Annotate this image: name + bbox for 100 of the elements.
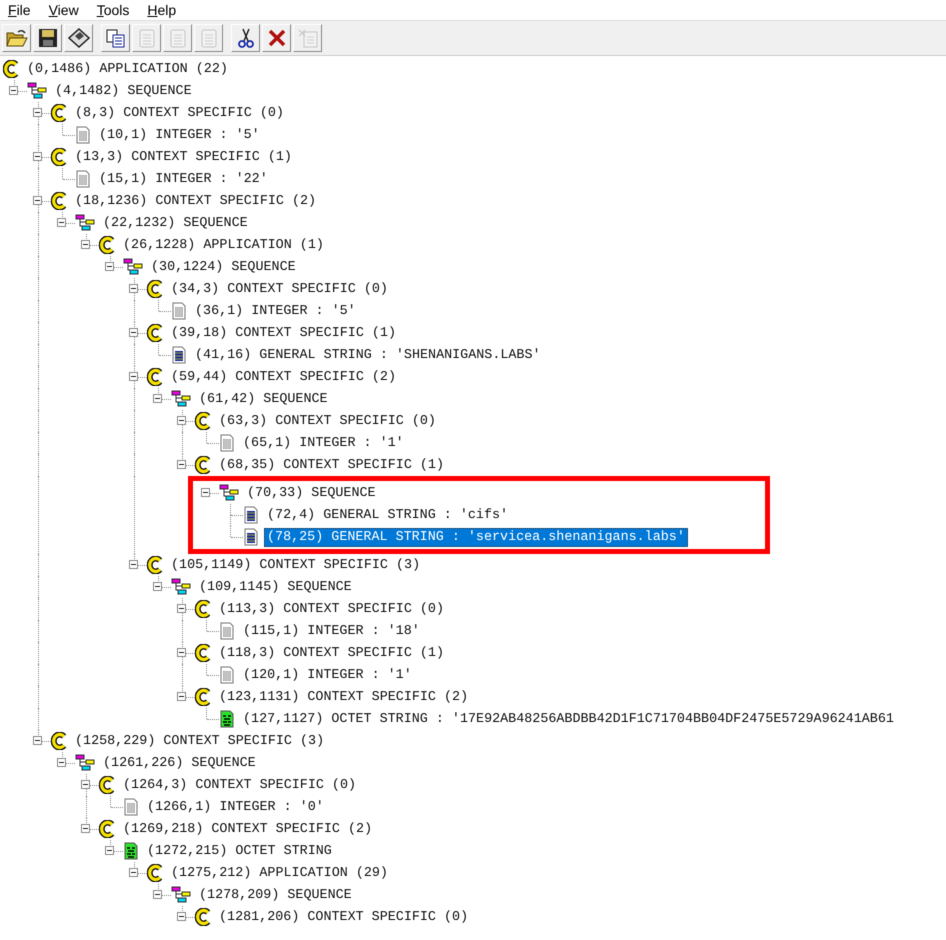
- collapse-toggle[interactable]: [81, 240, 90, 249]
- tree-node-label[interactable]: (120,1) INTEGER : '1': [240, 666, 415, 684]
- collapse-toggle[interactable]: [105, 262, 114, 271]
- collapse-toggle[interactable]: [81, 824, 90, 833]
- diskette-button[interactable]: [64, 24, 93, 52]
- copy-button[interactable]: [101, 24, 130, 52]
- grid-document-icon: [75, 170, 91, 188]
- structure-icon: [123, 258, 143, 276]
- tree-node-label[interactable]: (41,16) GENERAL STRING : 'SHENANIGANS.LABS': [192, 346, 544, 364]
- structure-icon: [75, 214, 95, 232]
- letter-c-icon: [147, 280, 163, 298]
- collapse-toggle[interactable]: [57, 758, 66, 767]
- grid-document-icon: [171, 302, 187, 320]
- letter-c-icon: [147, 864, 163, 882]
- tree-node-label[interactable]: (1272,215) OCTET STRING: [144, 842, 335, 860]
- tree-node-label[interactable]: (115,1) INTEGER : '18': [240, 622, 423, 640]
- tree-node-label[interactable]: (1269,218) CONTEXT SPECIFIC (2): [120, 820, 376, 838]
- collapse-toggle[interactable]: [129, 372, 138, 381]
- tree-node-label[interactable]: (113,3) CONTEXT SPECIFIC (0): [216, 600, 447, 618]
- menu-item[interactable]: File: [8, 2, 31, 18]
- open-folder-button[interactable]: [2, 24, 31, 52]
- tree-node-label[interactable]: (4,1482) SEQUENCE: [52, 82, 195, 100]
- grid-document-icon: [219, 666, 235, 684]
- collapse-toggle[interactable]: [177, 460, 186, 469]
- tree-node-label[interactable]: (0,1486) APPLICATION (22): [24, 60, 231, 78]
- tree-node-label[interactable]: (8,3) CONTEXT SPECIFIC (0): [72, 104, 287, 122]
- letter-c-icon: [51, 104, 67, 122]
- tree-node-label[interactable]: (1278,209) SEQUENCE: [196, 886, 355, 904]
- collapse-toggle[interactable]: [57, 218, 66, 227]
- save-button[interactable]: [33, 24, 62, 52]
- cut-button[interactable]: [231, 24, 260, 52]
- tree-node-label[interactable]: (36,1) INTEGER : '5': [192, 302, 359, 320]
- letter-c-icon: [195, 456, 211, 474]
- collapse-toggle[interactable]: [129, 868, 138, 877]
- collapse-toggle[interactable]: [129, 560, 138, 569]
- grid-document-icon: [219, 622, 235, 640]
- structure-icon: [75, 754, 95, 772]
- tree-node-label[interactable]: (118,3) CONTEXT SPECIFIC (1): [216, 644, 447, 662]
- tree-node-label[interactable]: (15,1) INTEGER : '22': [96, 170, 271, 188]
- collapse-toggle[interactable]: [129, 284, 138, 293]
- tree-node-label[interactable]: (1261,226) SEQUENCE: [100, 754, 259, 772]
- letter-c-icon: [195, 412, 211, 430]
- collapse-toggle[interactable]: [33, 196, 42, 205]
- tree-node-label[interactable]: (68,35) CONTEXT SPECIFIC (1): [216, 456, 447, 474]
- letter-c-icon: [195, 644, 211, 662]
- letter-c-icon: [51, 148, 67, 166]
- collapse-toggle[interactable]: [33, 152, 42, 161]
- paste-icon: [296, 28, 318, 48]
- tree-node-label[interactable]: (109,1145) SEQUENCE: [196, 578, 355, 596]
- collapse-toggle[interactable]: [201, 488, 210, 497]
- tree-node-label[interactable]: (22,1232) SEQUENCE: [100, 214, 251, 232]
- tree-node-label[interactable]: (65,1) INTEGER : '1': [240, 434, 407, 452]
- tree-node-label[interactable]: (1264,3) CONTEXT SPECIFIC (0): [120, 776, 360, 794]
- tree-node-label[interactable]: (1275,212) APPLICATION (29): [168, 864, 391, 882]
- tree-node-label[interactable]: (13,3) CONTEXT SPECIFIC (1): [72, 148, 295, 166]
- letter-c-icon: [195, 688, 211, 706]
- menu-item[interactable]: Help: [147, 2, 176, 18]
- tree-node-label[interactable]: (70,33) SEQUENCE: [244, 484, 379, 502]
- tree-node-label[interactable]: (61,42) SEQUENCE: [196, 390, 331, 408]
- tree-node-label[interactable]: (123,1131) CONTEXT SPECIFIC (2): [216, 688, 472, 706]
- menu-item[interactable]: View: [48, 2, 79, 18]
- collapse-toggle[interactable]: [177, 692, 186, 701]
- collapse-toggle[interactable]: [33, 108, 42, 117]
- collapse-toggle[interactable]: [177, 648, 186, 657]
- tree-node-label[interactable]: (59,44) CONTEXT SPECIFIC (2): [168, 368, 399, 386]
- binary-document-icon: [219, 710, 235, 728]
- collapse-toggle[interactable]: [153, 582, 162, 591]
- tree-node-label[interactable]: (63,3) CONTEXT SPECIFIC (0): [216, 412, 439, 430]
- tree-node-label[interactable]: (34,3) CONTEXT SPECIFIC (0): [168, 280, 391, 298]
- collapse-toggle[interactable]: [177, 416, 186, 425]
- delete-button[interactable]: [262, 24, 291, 52]
- menu-item[interactable]: Tools: [96, 2, 130, 18]
- tree-node-label[interactable]: (30,1224) SEQUENCE: [148, 258, 299, 276]
- save-icon: [38, 28, 58, 48]
- letter-c-icon: [99, 820, 115, 838]
- tree-node-label[interactable]: (10,1) INTEGER : '5': [96, 126, 263, 144]
- binary-document-icon: [123, 842, 139, 860]
- tree-node-label[interactable]: (1266,1) INTEGER : '0': [144, 798, 327, 816]
- collapse-toggle[interactable]: [129, 328, 138, 337]
- collapse-toggle[interactable]: [177, 912, 186, 921]
- collapse-toggle[interactable]: [153, 394, 162, 403]
- letter-c-icon: [51, 192, 67, 210]
- tree-node-label[interactable]: (1281,206) CONTEXT SPECIFIC (0): [216, 908, 472, 926]
- grid-document-icon: [243, 506, 259, 524]
- tree-node-label[interactable]: (26,1228) APPLICATION (1): [120, 236, 327, 254]
- collapse-toggle[interactable]: [81, 780, 90, 789]
- grid-document-icon: [171, 346, 187, 364]
- collapse-toggle[interactable]: [153, 890, 162, 899]
- collapse-toggle[interactable]: [105, 846, 114, 855]
- collapse-toggle[interactable]: [9, 86, 18, 95]
- tree-node-label[interactable]: (127,1127) OCTET STRING : '17E92AB48256ABDBB42D1F1C71704BB04DF2475E5729A96241AB61: [240, 710, 897, 728]
- tree-node-label[interactable]: (18,1236) CONTEXT SPECIFIC (2): [72, 192, 320, 210]
- tree-node-label[interactable]: (1258,229) CONTEXT SPECIFIC (3): [72, 732, 328, 750]
- tree-node-label[interactable]: (39,18) CONTEXT SPECIFIC (1): [168, 324, 399, 342]
- tree-node-label[interactable]: (78,25) GENERAL STRING : 'servicea.shenanigans.labs': [264, 528, 688, 546]
- grid-document-icon: [123, 798, 139, 816]
- tree-node-label[interactable]: (72,4) GENERAL STRING : 'cifs': [264, 506, 512, 524]
- collapse-toggle[interactable]: [177, 604, 186, 613]
- collapse-toggle[interactable]: [33, 736, 42, 745]
- tree-node-label[interactable]: (105,1149) CONTEXT SPECIFIC (3): [168, 556, 424, 574]
